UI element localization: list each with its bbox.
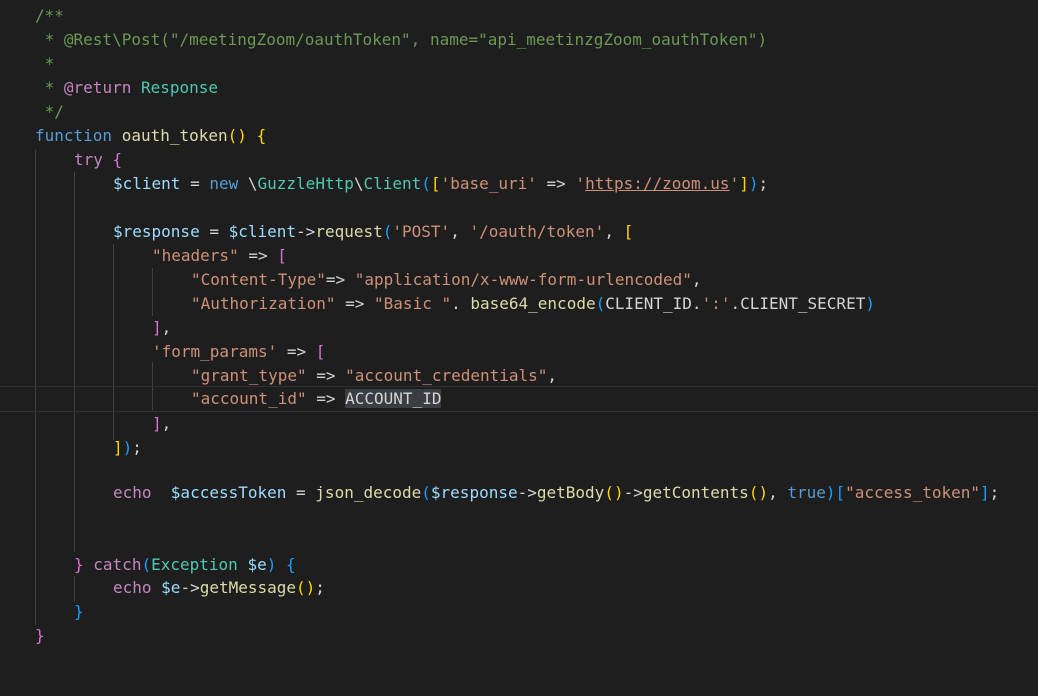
- code-line[interactable]: * @return Response: [0, 76, 1038, 100]
- authorization-header: "Authorization" => "Basic ". base64_enco…: [191, 294, 875, 313]
- code-editor[interactable]: /** * @Rest\Post("/meetingZoom/oauthToke…: [0, 0, 1038, 651]
- code-line[interactable]: "Content-Type"=> "application/x-www-form…: [0, 268, 1038, 292]
- catch-statement: } catch(Exception $e) {: [74, 555, 296, 574]
- try-statement: try {: [74, 150, 123, 169]
- code-line[interactable]: "grant_type" => "account_credentials",: [0, 364, 1038, 388]
- function-declaration: function oauth_token() {: [35, 126, 267, 145]
- code-line[interactable]: */: [0, 100, 1038, 124]
- selected-word-highlight: ACCOUNT_ID: [345, 389, 442, 408]
- code-line[interactable]: ],: [0, 316, 1038, 340]
- array-close: ],: [152, 318, 172, 337]
- request-close: ]);: [113, 438, 142, 457]
- code-line[interactable]: $response = $client->request('POST', '/o…: [0, 220, 1038, 244]
- content-type-header: "Content-Type"=> "application/x-www-form…: [191, 270, 702, 289]
- code-line[interactable]: *: [0, 52, 1038, 76]
- code-line[interactable]: "Authorization" => "Basic ". base64_enco…: [0, 292, 1038, 316]
- echo-message: echo $e->getMessage();: [113, 578, 325, 597]
- code-line[interactable]: /**: [0, 4, 1038, 28]
- response-assignment: $response = $client->request('POST', '/o…: [113, 222, 634, 241]
- docblock-return: * @return Response: [35, 78, 219, 97]
- code-line[interactable]: }: [0, 600, 1038, 624]
- headers-key: "headers" => [: [152, 246, 287, 265]
- code-line[interactable]: try {: [0, 148, 1038, 172]
- code-line[interactable]: ],: [0, 412, 1038, 436]
- catch-close: }: [74, 602, 84, 621]
- code-line[interactable]: * @Rest\Post("/meetingZoom/oauthToken", …: [0, 28, 1038, 52]
- code-line[interactable]: } catch(Exception $e) {: [0, 553, 1038, 577]
- code-line[interactable]: 'form_params' => [: [0, 340, 1038, 364]
- function-close: }: [35, 626, 45, 645]
- code-line[interactable]: ]);: [0, 436, 1038, 460]
- account-id-param: "account_id" => ACCOUNT_ID: [191, 389, 442, 408]
- client-assignment: $client = new \GuzzleHttp\Client(['base_…: [113, 174, 769, 193]
- code-line[interactable]: }: [0, 624, 1038, 648]
- code-line[interactable]: echo $e->getMessage();: [0, 576, 1038, 600]
- form-params-key: 'form_params' => [: [152, 342, 326, 361]
- echo-access-token: echo $accessToken = json_decode($respons…: [113, 483, 1000, 502]
- comment-text: * @Rest\Post("/meetingZoom/oauthToken", …: [35, 30, 768, 49]
- comment-text: *: [35, 54, 55, 73]
- code-line[interactable]: echo $accessToken = json_decode($respons…: [0, 481, 1038, 505]
- array-close: ],: [152, 414, 172, 433]
- comment-text: */: [35, 102, 64, 121]
- grant-type-param: "grant_type" => "account_credentials",: [191, 366, 558, 385]
- comment-text: /**: [35, 6, 64, 25]
- code-line[interactable]: function oauth_token() {: [0, 124, 1038, 148]
- current-line[interactable]: "account_id" => ACCOUNT_ID: [0, 386, 1038, 412]
- code-line[interactable]: "headers" => [: [0, 244, 1038, 268]
- code-line[interactable]: $client = new \GuzzleHttp\Client(['base_…: [0, 172, 1038, 196]
